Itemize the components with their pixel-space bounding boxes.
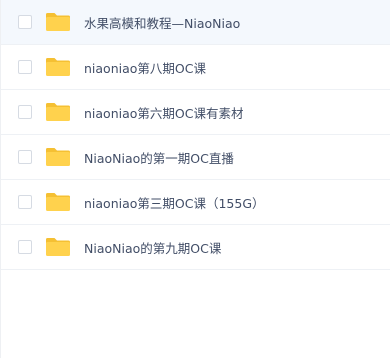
file-name[interactable]: NiaoNiao的第九期OC课: [84, 238, 221, 257]
file-list-panel: 水果高模和教程—NiaoNiao niaoniao第八期OC课 niaoniao…: [0, 0, 390, 358]
list-item[interactable]: 水果高模和教程—NiaoNiao: [1, 0, 390, 45]
select-checkbox[interactable]: [18, 150, 32, 164]
select-checkbox[interactable]: [18, 195, 32, 209]
list-item[interactable]: NiaoNiao的第九期OC课: [1, 225, 390, 270]
folder-icon: [44, 236, 72, 258]
file-name[interactable]: NiaoNiao的第一期OC直播: [84, 148, 234, 167]
folder-icon: [44, 56, 72, 78]
folder-icon: [44, 146, 72, 168]
list-item[interactable]: niaoniao第三期OC课（155G）: [1, 180, 390, 225]
file-name[interactable]: 水果高模和教程—NiaoNiao: [84, 13, 240, 32]
folder-icon: [44, 191, 72, 213]
file-name[interactable]: niaoniao第六期OC课有素材: [84, 103, 243, 122]
file-list: 水果高模和教程—NiaoNiao niaoniao第八期OC课 niaoniao…: [1, 0, 390, 270]
select-checkbox[interactable]: [18, 240, 32, 254]
list-item[interactable]: NiaoNiao的第一期OC直播: [1, 135, 390, 180]
file-name[interactable]: niaoniao第三期OC课（155G）: [84, 193, 265, 212]
folder-icon: [44, 11, 72, 33]
folder-icon: [44, 101, 72, 123]
select-checkbox[interactable]: [18, 60, 32, 74]
file-name[interactable]: niaoniao第八期OC课: [84, 58, 206, 77]
select-checkbox[interactable]: [18, 15, 32, 29]
select-checkbox[interactable]: [18, 105, 32, 119]
list-item[interactable]: niaoniao第六期OC课有素材: [1, 90, 390, 135]
list-item[interactable]: niaoniao第八期OC课: [1, 45, 390, 90]
